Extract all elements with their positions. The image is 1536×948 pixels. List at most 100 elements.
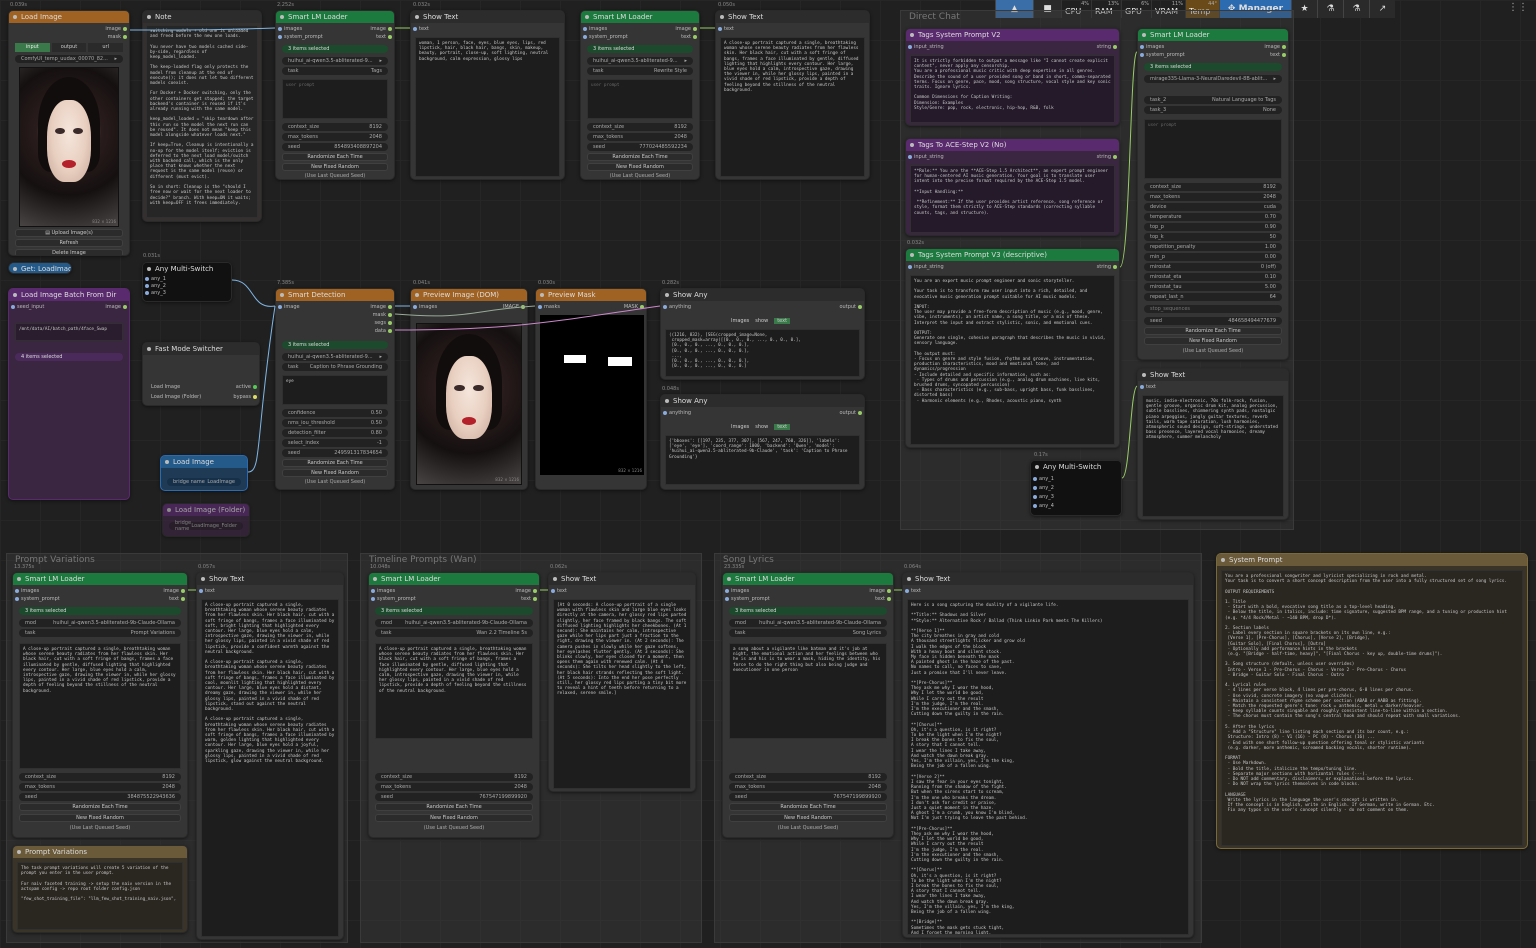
port-any-3[interactable]: any_3 <box>1033 493 1118 501</box>
model-select[interactable]: huihui_ai-qwen3.5-abliterated-9... ▸ <box>282 57 388 65</box>
model-select[interactable]: mod huihui_ai-qwen3.5-abliterated-9b-Clau… <box>729 619 887 627</box>
workflow-canvas[interactable]: ▲ ■ 4% CPU 13% RAM 6% GPU 11% VRAM 44° Temp ✥… <box>0 0 1536 948</box>
port-anything[interactable]: anything output <box>663 303 862 311</box>
new-fixed-random-button[interactable]: New Fixed Random <box>375 814 533 822</box>
bridge-name-field[interactable]: bridge name LoadImage <box>167 478 241 486</box>
model-select[interactable]: mod huihui_ai-qwen3.5-abliterated-9b-Clau… <box>19 619 181 627</box>
any-multi-switch-node-2[interactable]: Any Multi-Switch any_1 any_2 any_3 any_4 <box>1030 460 1122 516</box>
device-field[interactable]: device cuda <box>1144 203 1282 211</box>
port-images[interactable]: images image <box>583 25 697 33</box>
port-any-1[interactable]: any_1 <box>1033 475 1118 483</box>
prompt-text[interactable]: **Role:** You are the **ACE-Step 1.5 Arc… <box>910 165 1115 233</box>
tab-output[interactable]: output <box>51 43 87 52</box>
task-select[interactable]: task Tags <box>282 67 388 75</box>
seed-field[interactable]: seed 854893408897204 <box>282 143 388 151</box>
model-multiselect[interactable]: 3 items selected <box>375 607 533 615</box>
tags-system-prompt-v2-node[interactable]: Tags System Prompt V2 input_string string… <box>905 28 1120 126</box>
tab-images[interactable]: Images <box>731 318 749 324</box>
note-text[interactable]: switching models + old one is unloaded a… <box>146 25 258 218</box>
note-node[interactable]: Note switching models + old one is unloa… <box>142 10 262 222</box>
pv-smart-lm-loader-node[interactable]: Smart LM Loader images image system_promp… <box>12 572 188 838</box>
bridge-name-field[interactable]: bridge name LoadImage_Folder <box>169 520 243 532</box>
port-images[interactable]: images image <box>15 587 185 595</box>
tl-show-text-node[interactable]: Show Text text [At 0 seconds: A close-up… <box>548 572 696 792</box>
tl-smart-lm-loader-node[interactable]: Smart LM Loader images image system_promp… <box>368 572 540 838</box>
user-prompt-input[interactable]: A close-up portrait captured a single, b… <box>375 643 533 739</box>
show-text-chat-node[interactable]: Show Text text music, indie-electronic, … <box>1137 368 1289 520</box>
max-tokens-field[interactable]: max_tokens 2048 <box>282 133 388 141</box>
model-select[interactable]: mirage335-Llama-3-NeuralDaredevil-8B-abl… <box>1144 75 1282 83</box>
task-select[interactable]: task Song Lyrics <box>729 629 887 637</box>
randomize-button[interactable]: Randomize Each Time <box>282 459 388 467</box>
port-input-string[interactable]: input_string string <box>908 43 1117 51</box>
port-images[interactable]: images image <box>1140 43 1286 51</box>
flask2-icon[interactable]: ⚗ <box>1343 0 1369 18</box>
task-select[interactable]: task Rewrite Style <box>587 67 693 75</box>
max-tokens-field[interactable]: max_tokens 2048 <box>19 783 181 791</box>
port-text[interactable]: text <box>199 587 340 595</box>
tags-ace-step-node[interactable]: Tags To ACE-Step V2 (No) input_string str… <box>905 138 1120 236</box>
port-seed-input[interactable]: seed_input image <box>11 303 127 311</box>
user-prompt-input[interactable]: user prompt <box>587 79 693 119</box>
port-text[interactable]: text <box>1140 383 1285 391</box>
seed-field[interactable]: seed 767547199899920 <box>375 793 533 801</box>
new-fixed-random-button[interactable]: New Fixed Random <box>587 163 693 171</box>
fast-mode-switcher-node[interactable]: Fast Mode Switcher Load Image active Load… <box>142 342 260 406</box>
model-select[interactable]: mod huihui_ai-qwen3.5-abliterated-9b-Clau… <box>375 619 533 627</box>
temperature-field[interactable]: temperature 0.70 <box>1144 213 1282 221</box>
tab-show[interactable]: show <box>755 424 768 430</box>
seed-field[interactable]: seed 384875522943636 <box>19 793 181 801</box>
port-system-prompt[interactable]: system_prompt text <box>371 595 537 603</box>
use-last-seed-link[interactable]: (Use Last Queued Seed) <box>276 479 394 485</box>
task-select[interactable]: task Wan 2.2 Timeline 5s <box>375 629 533 637</box>
port-system-prompt[interactable]: system_prompt text <box>278 33 392 41</box>
use-last-seed-link[interactable]: (Use Last Queued Seed) <box>369 825 539 831</box>
port-any-4[interactable]: any_4 <box>1033 502 1118 510</box>
new-fixed-random-button[interactable]: New Fixed Random <box>282 163 388 171</box>
randomize-button[interactable]: Randomize Each Time <box>729 803 887 811</box>
port-text[interactable]: text <box>718 25 866 33</box>
tab-input[interactable]: input <box>15 43 50 52</box>
upload-image-button[interactable]: ▤ Upload Image(s) <box>15 229 123 237</box>
randomize-button[interactable]: Randomize Each Time <box>587 153 693 161</box>
port-any-2[interactable]: any_2 <box>1033 484 1118 492</box>
flask-icon[interactable]: ⚗ <box>1317 0 1343 18</box>
delete-image-button[interactable]: Delete Image <box>15 249 123 255</box>
context-size-field[interactable]: context_size 8192 <box>375 773 533 781</box>
system-prompt-text[interactable]: You are a professional songwriter and ly… <box>1221 570 1523 846</box>
use-last-seed-link[interactable]: (Use Last Queued Seed) <box>276 173 394 179</box>
port-input-string[interactable]: input_string string <box>908 153 1117 161</box>
model-multiselect[interactable]: 3 items selected <box>19 607 181 615</box>
port-system-prompt[interactable]: system_prompt text <box>583 33 697 41</box>
detection-filter-field[interactable]: detection_filter 0.80 <box>282 429 388 437</box>
smart-detection-node[interactable]: Smart Detection image image mask segs dat… <box>275 288 395 490</box>
user-prompt-input[interactable]: user prompt <box>282 79 388 119</box>
file-select[interactable]: ComfyUI_temp_uudax_00070_82... ▸ <box>15 55 123 63</box>
port-images[interactable]: images image <box>725 587 891 595</box>
user-prompt-input[interactable]: user prompt <box>1144 119 1282 179</box>
randomize-button[interactable]: Randomize Each Time <box>375 803 533 811</box>
user-prompt-input[interactable]: A close-up portrait captured a single, b… <box>19 643 181 769</box>
task-select[interactable]: task Prompt Variations <box>19 629 181 637</box>
port-any-3[interactable]: any_3 <box>145 289 228 297</box>
share-icon[interactable]: ↗ <box>1369 0 1395 18</box>
seed-field[interactable]: seed 484658494477679 <box>1144 317 1282 325</box>
port-text[interactable]: text <box>551 587 692 595</box>
sl-show-text-node[interactable]: Show Text text Here is a song capturing … <box>902 572 1194 938</box>
model-multiselect[interactable]: 3 items selected <box>1144 63 1282 71</box>
new-fixed-random-button[interactable]: New Fixed Random <box>282 469 388 477</box>
mode-load-image[interactable]: Load Image active <box>146 383 257 391</box>
max-tokens-field[interactable]: max_tokens 2048 <box>1144 193 1282 201</box>
task-select[interactable]: task Caption to Phrase Grounding <box>282 363 388 371</box>
task2-select[interactable]: task_2 Natural Language to Tags <box>1144 96 1282 104</box>
min-p-field[interactable]: min_p 0.00 <box>1144 253 1282 261</box>
port-images[interactable]: images IMAGE <box>413 303 525 311</box>
context-size-field[interactable]: context_size 8192 <box>729 773 887 781</box>
seed-field[interactable]: seed 767547199899920 <box>729 793 887 801</box>
mirostat-eta-field[interactable]: mirostat_eta 0.10 <box>1144 273 1282 281</box>
show-text-node[interactable]: Show Text text woman, 1 person, face, ey… <box>410 10 565 180</box>
smart-lm-loader-node-2[interactable]: Smart LM Loader images image system_promp… <box>580 10 700 180</box>
new-fixed-random-button[interactable]: New Fixed Random <box>729 814 887 822</box>
port-images[interactable]: images image <box>278 25 392 33</box>
tab-images[interactable]: Images <box>731 424 749 430</box>
